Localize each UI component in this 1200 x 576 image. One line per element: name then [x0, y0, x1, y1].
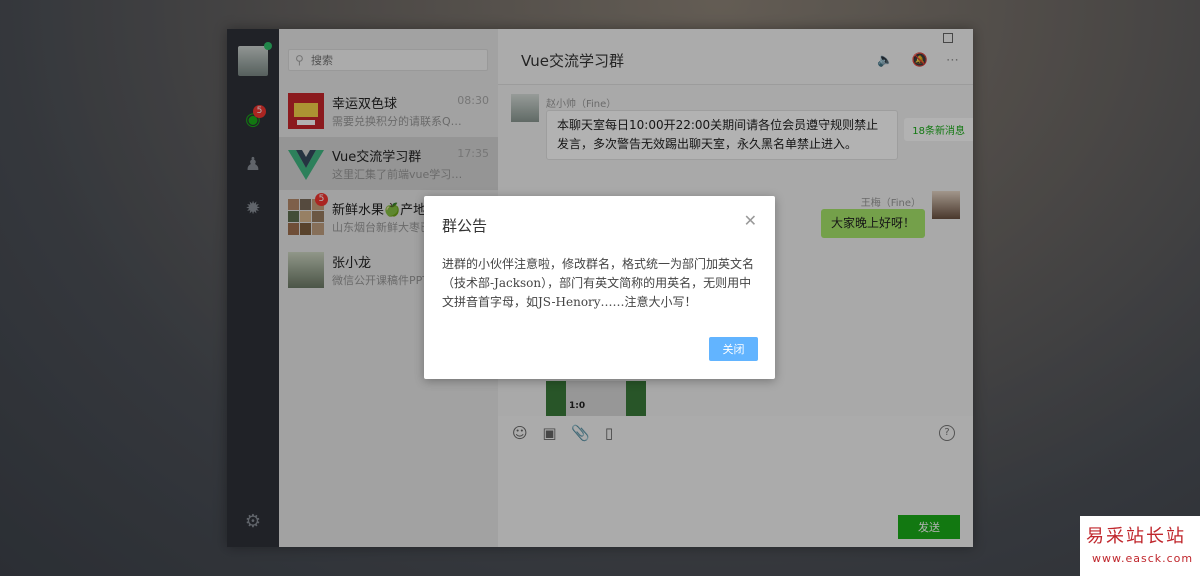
watermark-title: 易采站长站: [1086, 526, 1186, 547]
dialog-body: 进群的小伙伴注意啦，修改群名，格式统一为部门加英文名（技术部-Jackson），…: [442, 257, 755, 309]
dialog-title: 群公告: [442, 217, 488, 235]
close-icon[interactable]: ✕: [744, 211, 757, 230]
group-announcement-dialog: 群公告 ✕ 进群的小伙伴注意啦，修改群名，格式统一为部门加英文名（技术部-Jac…: [424, 196, 775, 379]
close-button[interactable]: 关闭: [709, 337, 758, 361]
site-watermark: 易采站长站 www.easck.com: [1080, 516, 1200, 576]
watermark-url: www.easck.com: [1092, 552, 1194, 565]
